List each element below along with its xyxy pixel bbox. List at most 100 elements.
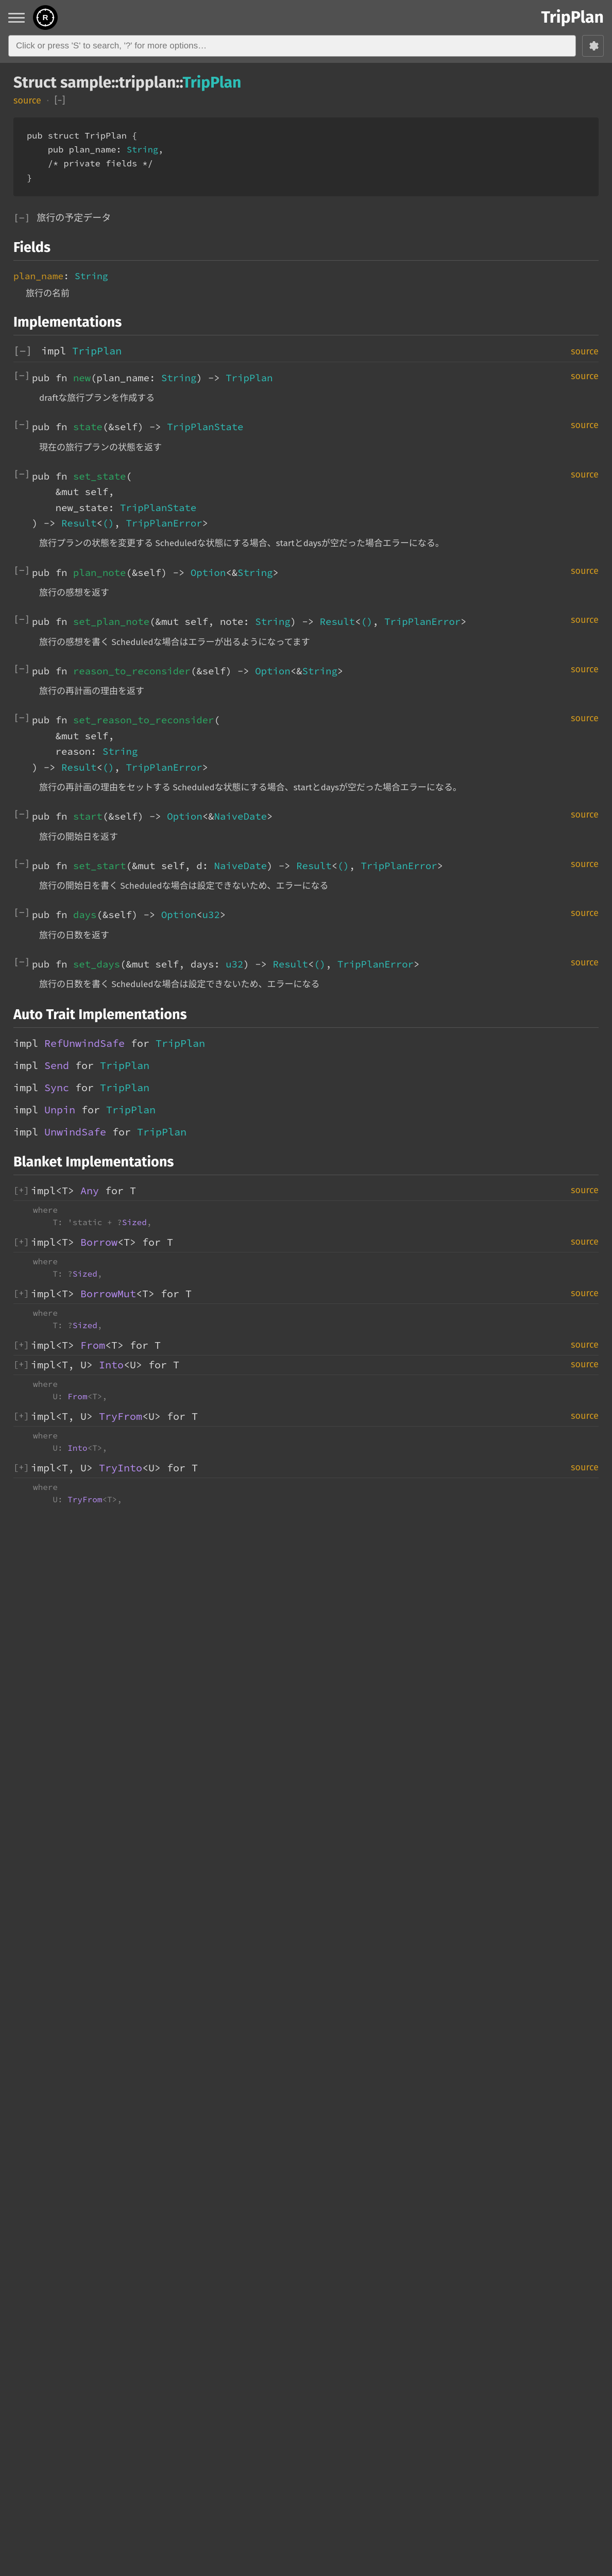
collapse-all-toggle[interactable]: [−] (55, 95, 65, 106)
blanket-signature: impl<T, U> TryInto<U> for T (31, 1462, 566, 1475)
toggle-icon[interactable]: [+] (13, 1462, 26, 1473)
method-signature: pub fn days(&self) -> Option<u32> (32, 907, 557, 923)
method-doc: 旅行の開始日を書く Scheduledな場合は設定できないため、エラーになる (39, 879, 599, 893)
toggle-icon[interactable]: [−] (13, 370, 27, 381)
toggle-icon[interactable]: [−] (13, 858, 27, 869)
source-link[interactable]: source (571, 858, 599, 870)
toggle-icon[interactable]: [−] (13, 469, 27, 480)
impl-header: [−] impl TripPlan source (13, 345, 599, 362)
where-clause: where T: ?Sized, (33, 1256, 599, 1280)
toggle-icon[interactable]: [−] (13, 809, 27, 820)
rust-logo-icon[interactable]: R (33, 5, 58, 30)
source-link[interactable]: source (571, 1236, 599, 1247)
blanket-signature: impl<T, U> Into<U> for T (31, 1359, 566, 1371)
method-doc: draftな旅行プランを作成する (39, 391, 599, 405)
method-signature: pub fn set_reason_to_reconsider( &mut se… (32, 713, 557, 775)
source-link[interactable]: source (571, 713, 599, 724)
toggle-icon[interactable]: [−] (13, 419, 27, 430)
method-signature: pub fn reason_to_reconsider(&self) -> Op… (32, 664, 557, 679)
toggle-icon[interactable]: [+] (13, 1410, 26, 1421)
method-6: [−] pub fn set_reason_to_reconsider( &mut… (13, 713, 599, 775)
method-3: [−]pub fn plan_note(&self) -> Option<&St… (13, 565, 599, 581)
toggle-icon[interactable]: [−] (13, 664, 27, 674)
method-8: [−] pub fn set_start(&mut self, d: NaiveD… (13, 858, 599, 874)
blanket-signature: impl<T> From<T> for T (31, 1339, 566, 1352)
source-link[interactable]: source (571, 419, 599, 431)
toggle-icon[interactable]: [+] (13, 1339, 26, 1350)
source-link[interactable]: source (571, 957, 599, 968)
sidebar-toggle-icon[interactable] (8, 9, 25, 26)
where-clause: where T: ?Sized, (33, 1307, 599, 1332)
method-doc: 旅行プランの状態を変更する Scheduledな状態にする場合、startとda… (39, 536, 599, 550)
where-clause: where T: 'static + ?Sized, (33, 1204, 599, 1229)
method-doc: 旅行の感想を返す (39, 586, 599, 600)
search-input[interactable] (8, 35, 576, 57)
auto-impl-4: impl UnwindSafe for TripPlan (13, 1126, 599, 1139)
auto-impl-1: impl Send for TripPlan (13, 1059, 599, 1072)
source-link[interactable]: source (571, 1359, 599, 1370)
auto-impl-2: impl Sync for TripPlan (13, 1081, 599, 1094)
source-link[interactable]: source (571, 1410, 599, 1421)
struct-definition: pub struct TripPlan { pub plan_name: Str… (13, 117, 599, 196)
method-doc: 旅行の再計画の理由を返す (39, 684, 599, 698)
blanket-impl-6: [+] impl<T, U> TryInto<U> for T source wher… (13, 1462, 599, 1506)
toggle-icon[interactable]: [−] (13, 907, 27, 918)
method-1: [−]pub fn state(&self) -> TripPlanStates… (13, 419, 599, 435)
source-link[interactable]: source (571, 1184, 599, 1196)
source-link[interactable]: source (571, 1339, 599, 1350)
method-doc: 旅行の開始日を返す (39, 830, 599, 844)
page-title: Struct sample::tripplan::TripPlan (13, 73, 599, 92)
source-link[interactable]: source (571, 565, 599, 577)
source-link[interactable]: source (571, 614, 599, 625)
svg-text:R: R (43, 13, 48, 22)
blanket-signature: impl<T, U> TryFrom<U> for T (31, 1410, 566, 1423)
method-doc: 旅行の感想を書く Scheduledな場合はエラーが出るようになってます (39, 635, 599, 649)
blanket-signature: impl<T> BorrowMut<T> for T (31, 1287, 566, 1300)
toggle-icon[interactable]: [−] (13, 957, 27, 968)
auto-impl-0: impl RefUnwindSafe for TripPlan (13, 1037, 599, 1050)
toggle-icon[interactable]: [+] (13, 1359, 26, 1370)
settings-button[interactable] (582, 35, 604, 57)
toggle-icon[interactable]: [−] (13, 713, 27, 723)
method-4: [−] pub fn set_plan_note(&mut self, note:… (13, 614, 599, 630)
toggle-icon[interactable]: [−] (13, 213, 30, 224)
toggle-icon[interactable]: [+] (13, 1184, 26, 1196)
blanket-impl-1: [+] impl<T> Borrow<T> for T source where T:… (13, 1236, 599, 1280)
toggle-icon[interactable]: [+] (13, 1287, 26, 1299)
method-7: [−] pub fn start(&self) -> Option<&NaiveD… (13, 809, 599, 824)
source-link[interactable]: source (571, 809, 599, 820)
method-signature: pub fn set_start(&mut self, d: NaiveDate… (32, 858, 557, 874)
source-link[interactable]: source (571, 469, 599, 480)
auto-impl-3: impl Unpin for TripPlan (13, 1104, 599, 1116)
blanket-impl-4: [+] impl<T, U> Into<U> for T source where U… (13, 1359, 599, 1403)
toggle-icon[interactable]: [+] (13, 1236, 26, 1247)
blanket-signature: impl<T> Any for T (31, 1184, 566, 1197)
where-clause: where U: TryFrom<T>, (33, 1481, 599, 1506)
method-doc: 旅行の日数を書く Scheduledな場合は設定できないため、エラーになる (39, 977, 599, 991)
source-link[interactable]: source (571, 370, 599, 382)
method-signature: pub fn set_state( &mut self, new_state: … (32, 469, 557, 532)
where-clause: where U: From<T>, (33, 1378, 599, 1403)
method-signature: pub fn start(&self) -> Option<&NaiveDate… (32, 809, 557, 824)
source-link[interactable]: source (571, 907, 599, 919)
crate-name: TripPlan (541, 8, 604, 27)
method-signature: pub fn set_plan_note(&mut self, note: St… (32, 614, 557, 630)
where-clause: where U: Into<T>, (33, 1430, 599, 1454)
blanket-impl-2: [+] impl<T> BorrowMut<T> for T source where… (13, 1287, 599, 1332)
source-link[interactable]: source (571, 346, 599, 357)
main-content: Struct sample::tripplan::TripPlan source… (0, 63, 612, 1544)
gear-icon (587, 40, 599, 52)
method-doc: 現在の旅行プランの状態を返す (39, 440, 599, 454)
source-line: source · [−] (13, 95, 599, 106)
toggle-icon[interactable]: [−] (13, 565, 27, 576)
source-link[interactable]: source (571, 664, 599, 675)
toggle-icon[interactable]: [−] (13, 614, 27, 625)
source-link[interactable]: source (571, 1462, 599, 1473)
source-link[interactable]: source (571, 1287, 599, 1299)
blanket-impl-5: [+] impl<T, U> TryFrom<U> for T source wher… (13, 1410, 599, 1454)
blanket-signature: impl<T> Borrow<T> for T (31, 1236, 566, 1249)
method-doc: 旅行の再計画の理由をセットする Scheduledな状態にする場合、startと… (39, 781, 599, 794)
method-doc: 旅行の日数を返す (39, 928, 599, 942)
toggle-icon[interactable]: [−] (13, 345, 32, 357)
source-link[interactable]: source (13, 95, 41, 106)
